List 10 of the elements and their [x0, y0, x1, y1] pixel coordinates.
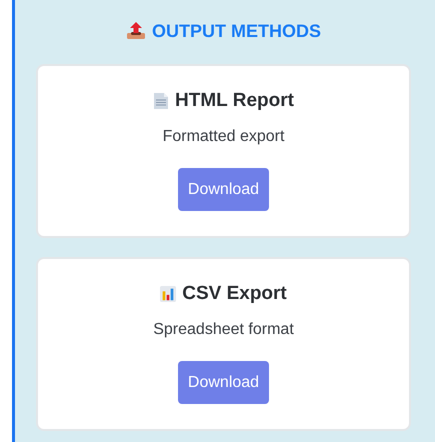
upload-tray-icon: [126, 21, 146, 41]
download-button[interactable]: Download: [178, 168, 269, 211]
section-title: OUTPUT METHODS: [152, 20, 321, 42]
card-description: Spreadsheet format: [153, 321, 294, 339]
download-button[interactable]: Download: [178, 361, 269, 404]
card-title: CSV Export: [182, 283, 287, 305]
bar-chart-icon: [160, 286, 176, 302]
card-title: HTML Report: [175, 90, 294, 112]
card-description: Formatted export: [162, 128, 284, 146]
document-icon: [153, 92, 170, 110]
